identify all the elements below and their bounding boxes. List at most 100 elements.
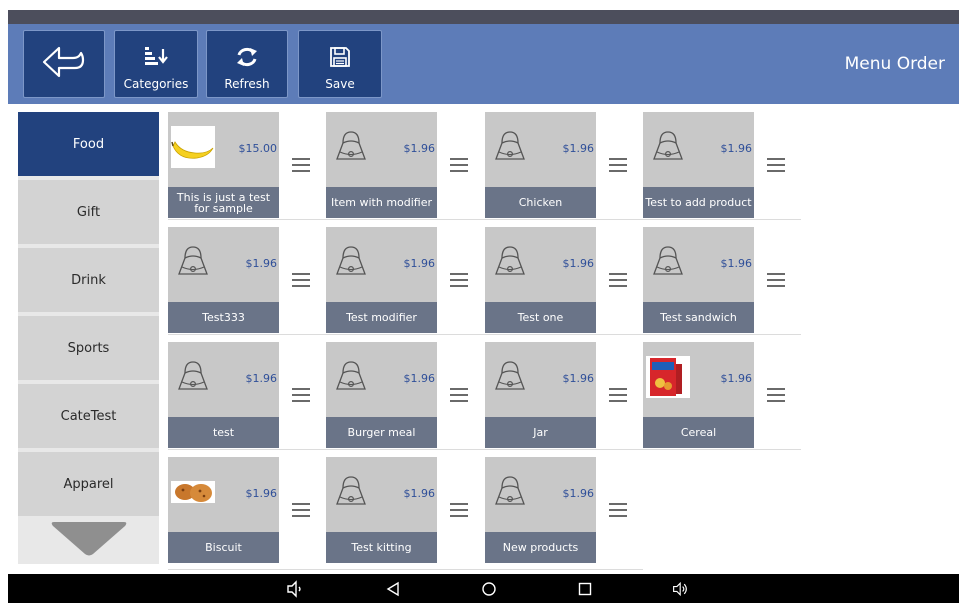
drag-handle-icon[interactable]	[767, 388, 785, 402]
back-button[interactable]	[23, 30, 105, 98]
category-scroll-down-button[interactable]	[18, 516, 159, 564]
category-item-drink[interactable]: Drink	[18, 248, 159, 312]
drag-handle-icon[interactable]	[609, 388, 627, 402]
product-price: $1.96	[403, 257, 436, 270]
shopping-bag-icon	[329, 471, 373, 513]
shopping-bag-icon	[646, 126, 690, 168]
product-price: $1.96	[562, 142, 595, 155]
product-price: $1.96	[562, 487, 595, 500]
product-tile-test-to-add-product[interactable]: $1.96 Test to add product	[643, 112, 754, 218]
drag-handle-icon[interactable]	[767, 158, 785, 172]
refresh-icon	[235, 41, 259, 73]
refresh-button[interactable]: Refresh	[206, 30, 288, 98]
drag-handle-icon[interactable]	[292, 158, 310, 172]
product-price: $1.96	[245, 372, 278, 385]
shopping-bag-icon	[488, 241, 532, 283]
shopping-bag-icon	[329, 356, 373, 398]
category-item-catetest[interactable]: CateTest	[18, 384, 159, 448]
refresh-label: Refresh	[224, 77, 270, 91]
floppy-disk-icon	[329, 41, 351, 73]
volume-down-icon[interactable]	[286, 580, 304, 598]
row-divider	[168, 569, 643, 570]
category-label: Gift	[76, 204, 101, 220]
shopping-bag-icon	[488, 126, 532, 168]
product-name: Item with modifier	[326, 187, 437, 218]
drag-handle-icon[interactable]	[450, 503, 468, 517]
category-label: CateTest	[60, 408, 117, 424]
category-label: Food	[72, 136, 105, 152]
drag-handle-icon[interactable]	[609, 503, 627, 517]
product-name: Test sandwich	[643, 302, 754, 333]
page-title: Menu Order	[844, 54, 945, 74]
product-tile-test-modifier[interactable]: $1.96 Test modifier	[326, 227, 437, 333]
drag-handle-icon[interactable]	[450, 388, 468, 402]
nav-back-icon[interactable]	[384, 580, 402, 598]
product-tile-test-sandwich[interactable]: $1.96 Test sandwich	[643, 227, 754, 333]
drag-handle-icon[interactable]	[767, 273, 785, 287]
product-name: test	[168, 417, 279, 448]
shopping-bag-icon	[488, 471, 532, 513]
save-button[interactable]: Save	[298, 30, 382, 98]
biscuit-image	[171, 471, 215, 513]
product-tile-chicken[interactable]: $1.96 Chicken	[485, 112, 596, 218]
row-divider	[168, 334, 801, 335]
category-item-food[interactable]: Food	[18, 112, 159, 176]
product-price: $1.96	[403, 372, 436, 385]
drag-handle-icon[interactable]	[609, 158, 627, 172]
shopping-bag-icon	[329, 126, 373, 168]
shopping-bag-icon	[488, 356, 532, 398]
nav-recents-icon[interactable]	[576, 580, 594, 598]
product-name: Test333	[168, 302, 279, 333]
volume-up-icon[interactable]	[672, 580, 690, 598]
product-tile-test-kitting[interactable]: $1.96 Test kitting	[326, 457, 437, 563]
drag-handle-icon[interactable]	[292, 503, 310, 517]
drag-handle-icon[interactable]	[450, 273, 468, 287]
product-tile-cereal[interactable]: $1.96 Cereal	[643, 342, 754, 448]
product-name: This is just a test for sample	[168, 187, 279, 218]
product-tile-this-is-just-a-test-for-sample[interactable]: $15.00 This is just a test for sample	[168, 112, 279, 218]
product-name: Cereal	[643, 417, 754, 448]
product-tile-burger-meal[interactable]: $1.96 Burger meal	[326, 342, 437, 448]
category-item-apparel[interactable]: Apparel	[18, 452, 159, 516]
product-price: $15.00	[238, 142, 278, 155]
shopping-bag-icon	[646, 241, 690, 283]
category-label: Sports	[67, 340, 110, 356]
status-bar	[0, 0, 959, 24]
nav-home-icon[interactable]	[480, 580, 498, 598]
drag-handle-icon[interactable]	[292, 273, 310, 287]
product-tile-test333[interactable]: $1.96 Test333	[168, 227, 279, 333]
sort-icon	[143, 41, 169, 73]
android-nav-bar	[8, 574, 959, 603]
product-name: Test one	[485, 302, 596, 333]
status-bar-strip	[8, 10, 959, 24]
category-item-gift[interactable]: Gift	[18, 180, 159, 244]
product-name: Jar	[485, 417, 596, 448]
save-label: Save	[325, 77, 355, 91]
product-name: Test kitting	[326, 532, 437, 563]
product-price: $1.96	[720, 372, 753, 385]
product-grid: $15.00 This is just a test for sample $1.9…	[168, 112, 808, 572]
product-tile-biscuit[interactable]: $1.96 Biscuit	[168, 457, 279, 563]
shopping-bag-icon	[329, 241, 373, 283]
product-price: $1.96	[562, 257, 595, 270]
product-name: Chicken	[485, 187, 596, 218]
categories-label: Categories	[123, 77, 189, 91]
drag-handle-icon[interactable]	[450, 158, 468, 172]
product-tile-test[interactable]: $1.96 test	[168, 342, 279, 448]
product-tile-new-products[interactable]: $1.96 New products	[485, 457, 596, 563]
product-name: Test modifier	[326, 302, 437, 333]
product-tile-jar[interactable]: $1.96 Jar	[485, 342, 596, 448]
drag-handle-icon[interactable]	[609, 273, 627, 287]
product-price: $1.96	[720, 142, 753, 155]
product-price: $1.96	[720, 257, 753, 270]
product-tile-test-one[interactable]: $1.96 Test one	[485, 227, 596, 333]
cereal-box-image	[646, 356, 690, 398]
product-price: $1.96	[245, 257, 278, 270]
product-tile-item-with-modifier[interactable]: $1.96 Item with modifier	[326, 112, 437, 218]
drag-handle-icon[interactable]	[292, 388, 310, 402]
categories-button[interactable]: Categories	[114, 30, 198, 98]
product-name: Biscuit	[168, 532, 279, 563]
back-arrow-icon	[41, 46, 87, 78]
category-item-sports[interactable]: Sports	[18, 316, 159, 380]
product-price: $1.96	[403, 487, 436, 500]
